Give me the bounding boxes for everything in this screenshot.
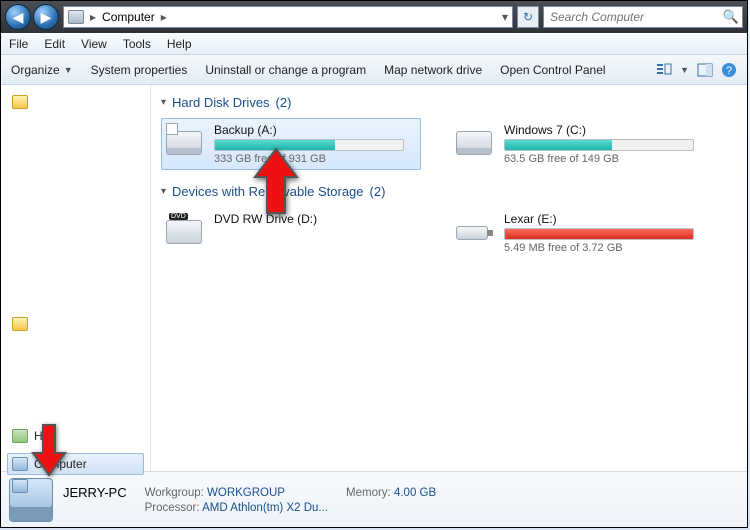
capacity-bar [504, 228, 694, 240]
tree-item-drive[interactable] [7, 475, 144, 497]
memory-label: Memory: [346, 487, 391, 499]
hdd-icon [166, 123, 206, 159]
preview-pane-button[interactable] [697, 62, 713, 78]
checkbox[interactable] [166, 123, 178, 135]
breadcrumb-sep-icon: ▸ [161, 10, 167, 24]
svg-text:?: ? [726, 65, 732, 77]
uninstall-program-button[interactable]: Uninstall or change a program [205, 63, 366, 77]
drive-icon [12, 479, 28, 493]
menu-bar: File Edit View Tools Help [1, 33, 747, 55]
tree-item-computer[interactable]: Computer [7, 453, 144, 475]
help-button[interactable]: ? [721, 62, 737, 78]
open-control-panel-button[interactable]: Open Control Panel [500, 63, 605, 77]
collapse-icon[interactable]: ▾ [161, 186, 166, 197]
workgroup-label: Workgroup: [145, 487, 204, 499]
annotation-arrow-down [29, 423, 69, 477]
tree-item-folder[interactable] [7, 313, 144, 335]
homegroup-icon [12, 429, 28, 443]
search-input[interactable] [544, 10, 720, 24]
breadcrumb-sep-icon: ▸ [90, 10, 96, 24]
refresh-button[interactable]: ↻ [517, 6, 539, 28]
back-button[interactable]: ◀ [5, 4, 31, 30]
map-network-drive-button[interactable]: Map network drive [384, 63, 482, 77]
menu-file[interactable]: File [9, 37, 28, 51]
dvd-drive-icon [166, 212, 206, 248]
capacity-bar [504, 139, 694, 151]
menu-help[interactable]: Help [167, 37, 192, 51]
tree-item-homegroup[interactable]: Ho [7, 425, 144, 447]
address-dropdown-icon[interactable]: ▾ [502, 10, 508, 24]
group-count: (2) [276, 95, 292, 110]
drive-lexar-e[interactable]: Lexar (E:) 5.49 MB free of 3.72 GB [451, 207, 711, 259]
annotation-arrow-up [251, 147, 301, 217]
processor-label: Processor: [145, 502, 200, 514]
group-label: Hard Disk Drives [172, 95, 270, 110]
computer-icon [12, 457, 28, 471]
folder-icon [12, 95, 28, 109]
group-count: (2) [370, 184, 386, 199]
workgroup-value: WORKGROUP [207, 487, 285, 499]
drive-windows7-c[interactable]: Windows 7 (C:) 63.5 GB free of 149 GB [451, 118, 711, 170]
content-area: Ho Computer ▾ Hard Disk Drives [1, 85, 747, 471]
system-properties-button[interactable]: System properties [91, 63, 188, 77]
address-bar[interactable]: ▸ Computer ▸ ▾ [63, 6, 513, 28]
group-header-hdd[interactable]: ▾ Hard Disk Drives (2) [161, 95, 737, 110]
search-box[interactable]: 🔍 [543, 6, 743, 28]
forward-button[interactable]: ▶ [33, 4, 59, 30]
menu-edit[interactable]: Edit [44, 37, 65, 51]
processor-value: AMD Athlon(tm) X2 Du... [202, 502, 328, 514]
view-options-button[interactable] [656, 62, 672, 78]
group-header-removable[interactable]: ▾ Devices with Removable Storage (2) [161, 184, 737, 199]
capacity-bar [214, 139, 404, 151]
drive-free-text: 5.49 MB free of 3.72 GB [504, 242, 706, 254]
usb-drive-icon [456, 212, 496, 248]
breadcrumb-computer[interactable]: Computer [102, 10, 155, 24]
folder-icon [12, 317, 28, 331]
memory-value: 4.00 GB [394, 487, 436, 499]
navigation-pane[interactable]: Ho Computer [1, 85, 151, 471]
drive-label: Backup (A:) [214, 123, 416, 137]
hdd-icon [456, 123, 496, 159]
chevron-down-icon[interactable]: ▼ [680, 65, 689, 75]
nav-bar: ◀ ▶ ▸ Computer ▸ ▾ ↻ 🔍 [1, 1, 747, 33]
drive-free-text: 63.5 GB free of 149 GB [504, 153, 706, 165]
main-pane[interactable]: ▾ Hard Disk Drives (2) Backup (A:) 333 G… [151, 85, 747, 471]
collapse-icon[interactable]: ▾ [161, 97, 166, 108]
drive-label: DVD RW Drive (D:) [214, 212, 416, 226]
computer-icon [68, 10, 84, 24]
drive-label: Lexar (E:) [504, 212, 706, 226]
search-icon[interactable]: 🔍 [720, 9, 742, 25]
organize-button[interactable]: Organize ▼ [11, 63, 73, 77]
explorer-window: ◀ ▶ ▸ Computer ▸ ▾ ↻ 🔍 File Edit View To… [0, 0, 748, 528]
tree-item-folder[interactable] [7, 91, 144, 113]
menu-tools[interactable]: Tools [123, 37, 151, 51]
chevron-down-icon: ▼ [64, 65, 73, 75]
drive-free-text: 333 GB free of 931 GB [214, 153, 416, 165]
menu-view[interactable]: View [81, 37, 107, 51]
drive-label: Windows 7 (C:) [504, 123, 706, 137]
command-bar: Organize ▼ System properties Uninstall o… [1, 55, 747, 85]
